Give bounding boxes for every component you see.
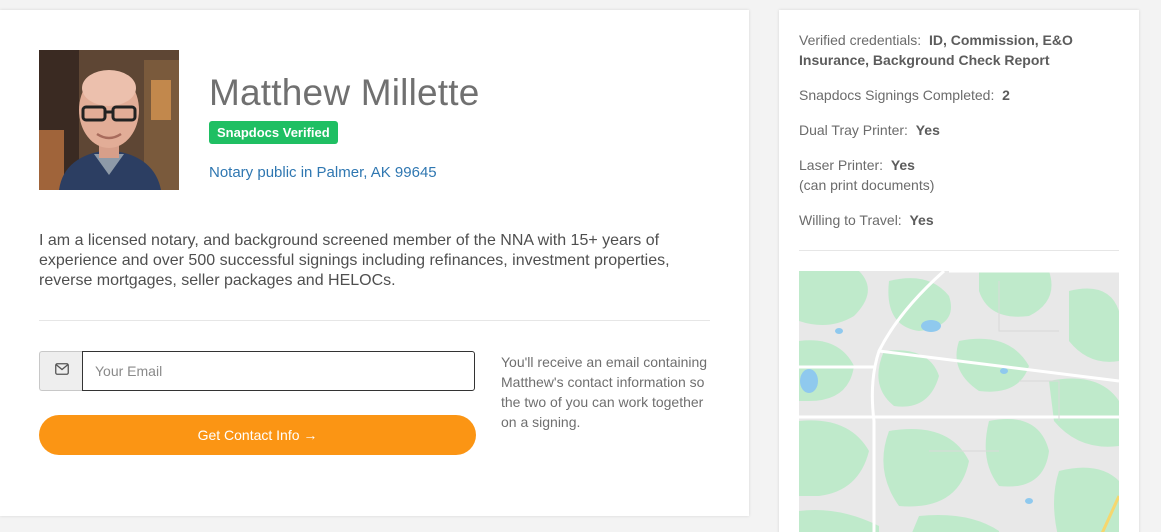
envelope-icon (54, 362, 69, 380)
location-link[interactable]: Notary public in Palmer, AK 99645 (209, 164, 437, 181)
signings-row: Snapdocs Signings Completed: 2 (799, 85, 1099, 105)
email-addon (39, 351, 83, 391)
details-card: Verified credentials: ID, Commission, E&… (779, 10, 1139, 532)
profile-card: Matthew Millette Snapdocs Verified Notar… (0, 10, 749, 516)
laser-label: Laser Printer: (799, 157, 884, 173)
signings-value: 2 (1002, 87, 1010, 103)
profile-name: Matthew Millette (209, 72, 480, 113)
email-field[interactable] (82, 351, 475, 391)
divider (39, 320, 710, 321)
laser-note: (can print documents) (799, 177, 935, 193)
verified-badge: Snapdocs Verified (209, 121, 338, 144)
credentials-row: Verified credentials: ID, Commission, E&… (799, 30, 1099, 70)
laser-row: Laser Printer: Yes (can print documents) (799, 155, 1099, 195)
travel-row: Willing to Travel: Yes (799, 210, 1099, 230)
bio-text: I am a licensed notary, and background s… (39, 232, 670, 289)
location-map[interactable] (799, 271, 1119, 532)
get-contact-info-button[interactable]: Get Contact Info → (39, 415, 476, 455)
side-divider (799, 250, 1119, 251)
travel-label: Willing to Travel: (799, 212, 902, 228)
dual-tray-row: Dual Tray Printer: Yes (799, 120, 1099, 140)
avatar (39, 50, 179, 190)
signings-label: Snapdocs Signings Completed: (799, 87, 995, 103)
travel-value: Yes (909, 212, 934, 228)
dual-tray-label: Dual Tray Printer: (799, 122, 908, 138)
contact-info-note: You'll receive an email containing Matth… (501, 354, 708, 430)
dual-tray-value: Yes (915, 122, 940, 138)
laser-value: Yes (890, 157, 915, 173)
credentials-label: Verified credentials: (799, 32, 922, 48)
